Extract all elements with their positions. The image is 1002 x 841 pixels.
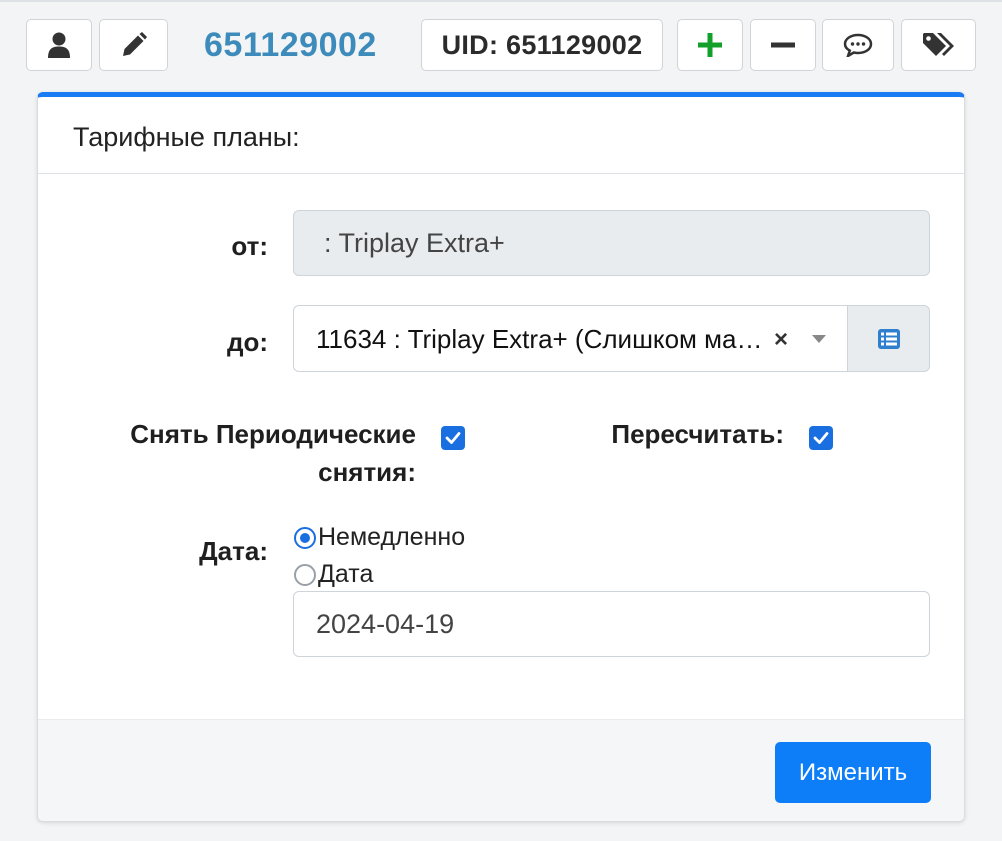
account-uid-link[interactable]: 651129002: [204, 26, 377, 65]
to-label: до:: [226, 327, 268, 357]
minus-icon: [771, 42, 795, 48]
remove-periodic-checkbox[interactable]: [441, 426, 465, 450]
list-icon: [877, 328, 900, 349]
pencil-icon: [122, 32, 147, 56]
comments-button[interactable]: [822, 19, 894, 71]
dropdown-arrow-icon[interactable]: [812, 335, 826, 343]
recalculate-checkbox[interactable]: [809, 426, 833, 450]
chat-icon: [843, 33, 873, 57]
clear-selection-icon[interactable]: ×: [774, 306, 788, 373]
tags-icon: [922, 33, 954, 56]
recalculate-label: Пересчитать:: [611, 419, 784, 449]
radio-date-label[interactable]: Дата: [318, 560, 373, 589]
card-footer: Изменить: [38, 719, 964, 821]
tariff-plans-card: Тарифные планы: от: : Triplay Extra+ до:…: [37, 92, 965, 822]
remove-button[interactable]: [750, 19, 816, 71]
remove-periodic-label-line2: снятия:: [318, 457, 416, 487]
to-plan-select-box[interactable]: 11634 : Triplay Extra+ (Слишком маленьки…: [293, 305, 847, 372]
plus-icon: [698, 33, 722, 57]
to-plan-selected-value: 11634 : Triplay Extra+ (Слишком маленьки…: [316, 324, 771, 354]
card-header: Тарифные планы:: [38, 97, 964, 174]
profile-button[interactable]: [26, 19, 92, 71]
remove-periodic-label-line1: Снять Периодические: [130, 419, 416, 449]
from-label: от:: [231, 231, 268, 261]
uid-badge: UID: 651129002: [421, 19, 663, 71]
radio-immediately[interactable]: [294, 527, 316, 549]
add-button[interactable]: [677, 19, 743, 71]
edit-button[interactable]: [99, 19, 168, 71]
user-icon: [48, 32, 70, 58]
date-label: Дата:: [199, 536, 268, 566]
radio-date[interactable]: [294, 564, 316, 586]
radio-immediately-label[interactable]: Немедленно: [318, 523, 465, 552]
checkmark-icon: [445, 432, 461, 444]
to-plan-select[interactable]: 11634 : Triplay Extra+ (Слишком маленьки…: [293, 305, 930, 372]
remove-periodic-label: Снять Периодические снятия:: [98, 415, 416, 491]
date-input[interactable]: 2024-04-19: [293, 591, 930, 657]
card-title: Тарифные планы:: [73, 122, 300, 152]
uid-badge-text: UID: 651129002: [441, 29, 643, 60]
checkmark-icon: [813, 432, 829, 444]
toolbar: 651129002 UID: 651129002: [0, 0, 1002, 90]
submit-button[interactable]: Изменить: [775, 742, 931, 803]
from-plan-field: : Triplay Extra+: [293, 210, 930, 276]
plan-list-button[interactable]: [847, 305, 930, 372]
tags-button[interactable]: [901, 19, 976, 71]
